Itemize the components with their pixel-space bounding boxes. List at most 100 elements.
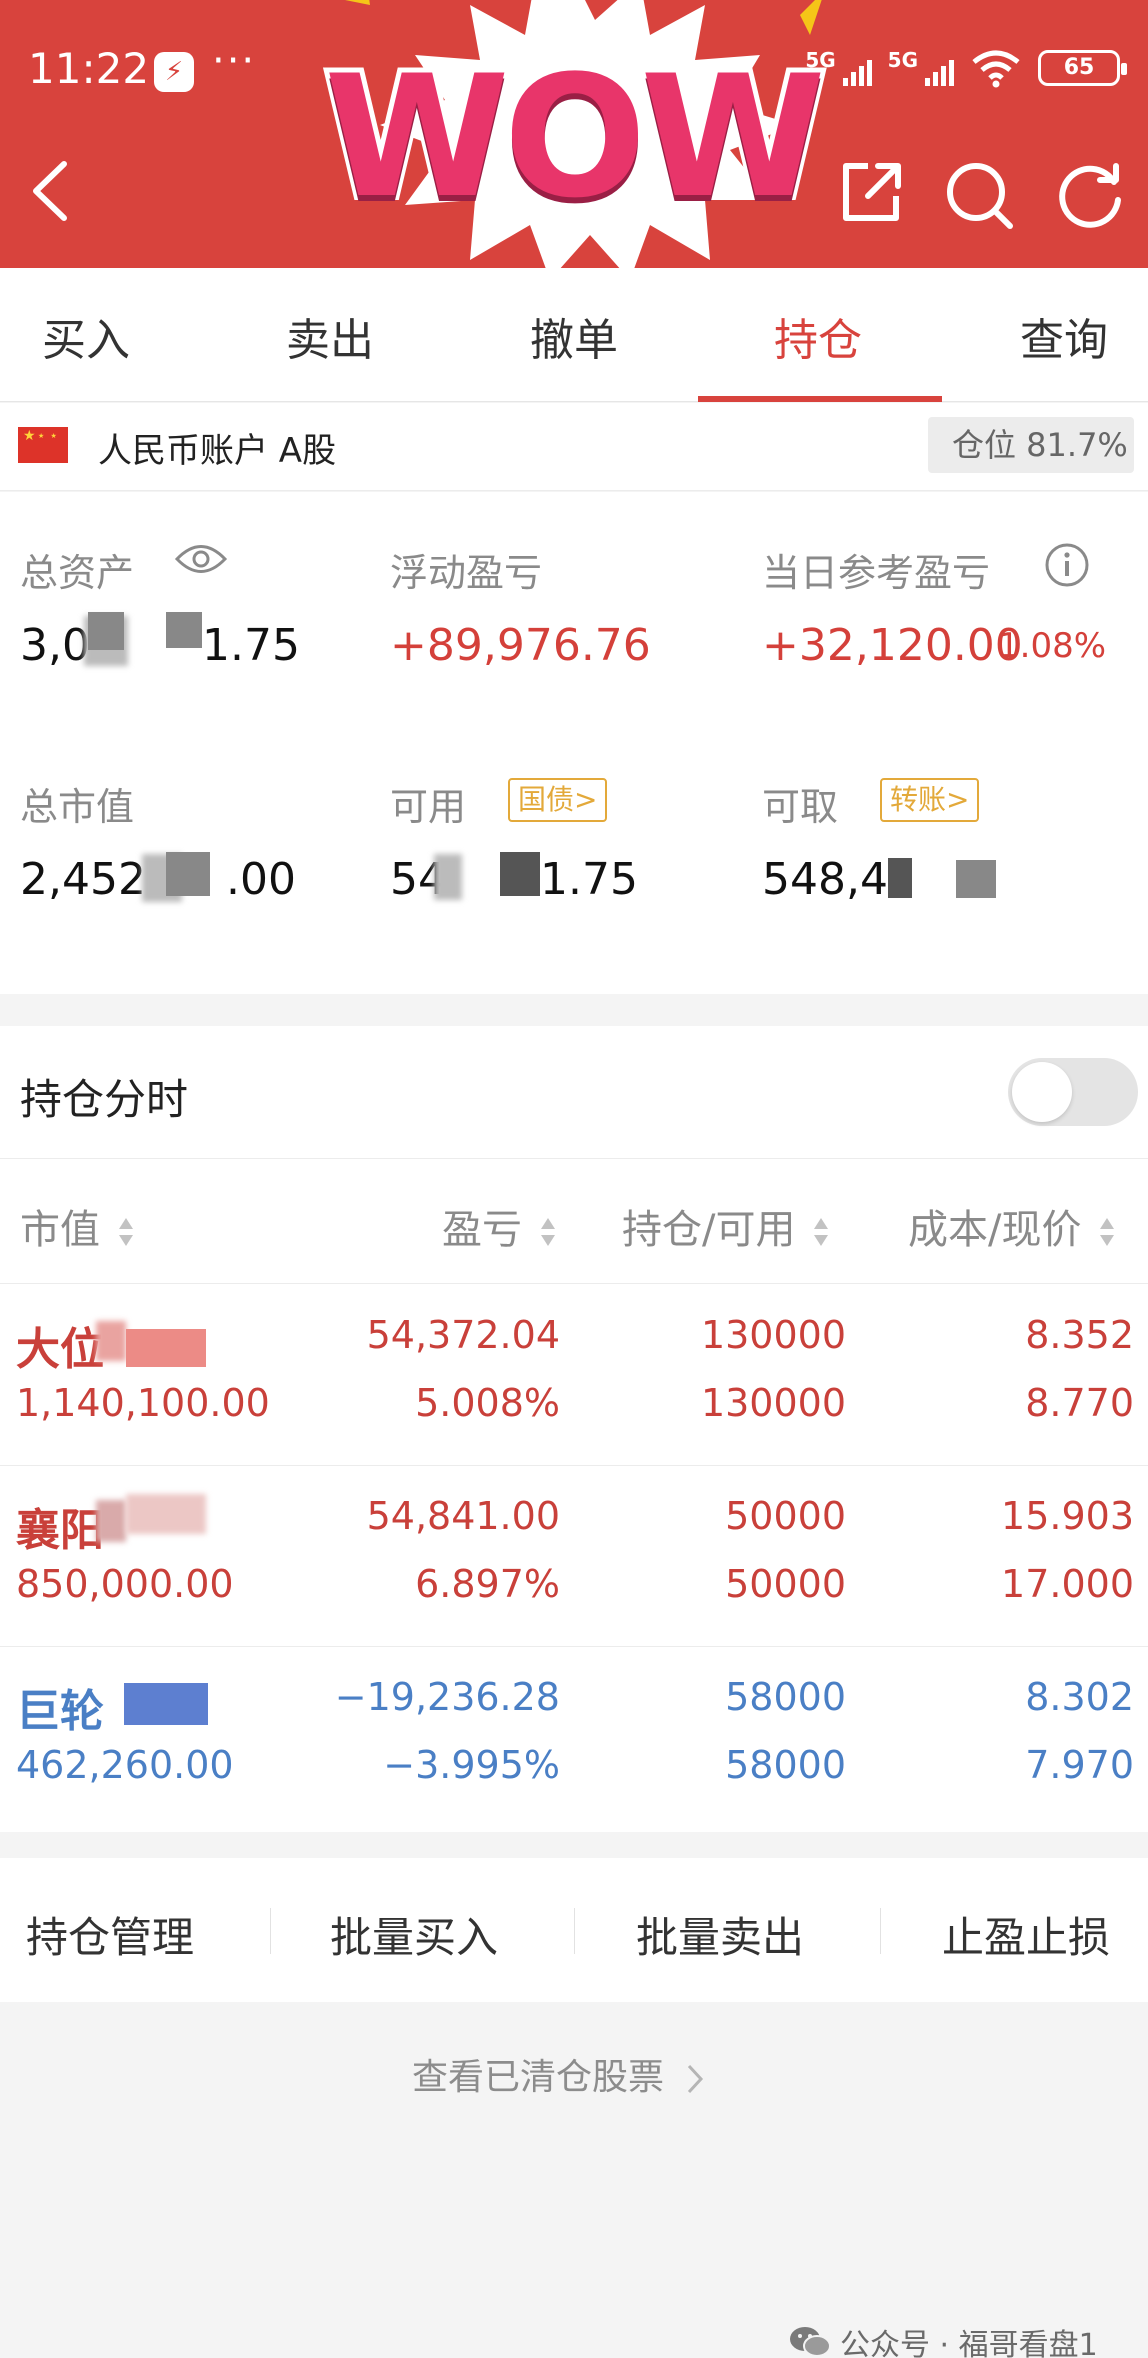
search-icon[interactable] <box>944 160 1014 230</box>
sort-icon <box>1100 1218 1115 1246</box>
holdings-table-header: 市值 盈亏 持仓/可用 成本/现价 <box>0 1158 1148 1284</box>
wow-sticker-text: WOW <box>319 39 830 235</box>
daily-pl-label: 当日参考盈亏 <box>762 551 991 595</box>
holdings-title: 持仓分时 <box>20 1075 189 1124</box>
sort-icon <box>814 1218 829 1246</box>
total-assets-value: 3,0 <box>20 620 90 671</box>
batch-buy-button[interactable]: 批量买入 <box>330 1904 498 1965</box>
floating-pl-value: +89,976.76 <box>390 620 651 671</box>
trade-tabs: 买入 卖出 撤单 持仓 查询 <box>0 268 1148 402</box>
wifi-icon <box>972 50 1020 88</box>
col-pl-label: 盈亏 <box>442 1207 522 1253</box>
stock-price: 17.000 <box>1001 1562 1134 1606</box>
tab-buy[interactable]: 买入 <box>42 304 130 368</box>
stock-available: 130000 <box>700 1381 846 1425</box>
holdings-panel: 持仓分时 市值 盈亏 持仓/可用 成本/现价 大位 1,140,100.00 5… <box>0 1026 1148 1832</box>
col-cost-price[interactable]: 成本/现价 <box>908 1197 1116 1255</box>
tab-sell[interactable]: 卖出 <box>286 304 374 368</box>
stock-market-value: 850,000.00 <box>16 1562 234 1606</box>
redaction-mask <box>96 1500 126 1542</box>
watermark-text: 公众号 · 福哥看盘1 <box>840 2328 1098 2358</box>
status-more: ··· <box>212 38 257 84</box>
app-header: WOW 11:22 ⚡ ··· 5G 5G 65 <box>0 0 1148 268</box>
account-row[interactable]: 人民币账户 A股 仓位 81.7% <box>0 403 1148 491</box>
signal-5g-icon: 5G <box>805 48 872 88</box>
take-profit-stop-loss-button[interactable]: 止盈止损 <box>942 1904 1110 1965</box>
transfer-tag-button[interactable]: 转账> <box>880 778 980 822</box>
col-pl[interactable]: 盈亏 <box>442 1197 557 1255</box>
stock-pl-pct: 6.897% <box>415 1562 560 1606</box>
col-cost-price-label: 成本/现价 <box>908 1207 1082 1253</box>
holdings-action-bar: 持仓管理 批量买入 批量卖出 止盈止损 <box>0 1858 1148 2002</box>
manage-holdings-button[interactable]: 持仓管理 <box>26 1904 194 1965</box>
stock-name: 襄阳 <box>16 1505 104 1556</box>
redaction-mask <box>124 1683 208 1725</box>
toggle-knob <box>1012 1062 1072 1122</box>
share-icon[interactable] <box>838 160 904 226</box>
stock-position: 130000 <box>700 1313 846 1357</box>
divider <box>574 1908 575 1954</box>
redaction-mask <box>956 860 996 898</box>
market-value-value: 2,452 <box>20 854 146 905</box>
total-assets-label: 总资产 <box>20 551 135 595</box>
info-icon[interactable] <box>1044 542 1090 588</box>
signal-label-2: 5G <box>887 48 918 72</box>
col-position[interactable]: 持仓/可用 <box>622 1197 830 1255</box>
battery-icon: 65 <box>1038 50 1127 86</box>
daily-pl-pct: 1.08% <box>998 626 1107 666</box>
tab-holdings[interactable]: 持仓 <box>774 304 862 368</box>
col-market-value-label: 市值 <box>20 1207 100 1253</box>
col-market-value[interactable]: 市值 <box>20 1197 135 1255</box>
redaction-mask <box>126 1494 206 1534</box>
active-tab-indicator <box>698 396 942 402</box>
treasury-tag-button[interactable]: 国债> <box>508 778 608 822</box>
floating-pl-label: 浮动盈亏 <box>390 551 543 595</box>
stock-price: 8.770 <box>1025 1381 1134 1425</box>
redaction-mask <box>166 612 202 648</box>
wechat-icon <box>790 2327 831 2357</box>
tab-query[interactable]: 查询 <box>1020 304 1108 368</box>
stock-market-value: 1,140,100.00 <box>16 1381 270 1425</box>
stock-position: 58000 <box>725 1675 846 1719</box>
chevron-right-icon <box>688 2064 704 2094</box>
refresh-icon[interactable] <box>1056 160 1126 230</box>
stock-pl: 54,841.00 <box>366 1494 560 1538</box>
status-time: 11:22 <box>28 44 150 93</box>
notification-app-icon: ⚡ <box>154 52 194 92</box>
holding-row[interactable]: 巨轮 462,260.00 −19,236.28 −3.995% 58000 5… <box>0 1647 1148 1828</box>
stock-cost: 8.302 <box>1025 1675 1134 1719</box>
stock-pl: 54,372.04 <box>366 1313 560 1357</box>
holding-row[interactable]: 大位 1,140,100.00 54,372.04 5.008% 130000 … <box>0 1285 1148 1466</box>
redaction-mask <box>96 1321 126 1361</box>
signal-5g-icon-2: 5G <box>888 48 954 88</box>
holding-row[interactable]: 襄阳 850,000.00 54,841.00 6.897% 50000 500… <box>0 1466 1148 1647</box>
daily-pl-value: +32,120.00 <box>762 620 1023 671</box>
stock-available: 50000 <box>725 1562 846 1606</box>
total-assets-value-tail: 1.75 <box>202 620 300 671</box>
back-icon[interactable] <box>28 156 72 226</box>
cleared-stocks-label: 查看已清仓股票 <box>412 2057 665 2098</box>
stock-price: 7.970 <box>1025 1743 1134 1787</box>
redaction-mask <box>434 854 462 900</box>
redaction-mask <box>500 852 540 896</box>
asset-summary: 总资产 3,0 1.75 浮动盈亏 +89,976.76 当日参考盈亏 +32,… <box>0 492 1148 994</box>
tab-cancel[interactable]: 撤单 <box>530 304 618 368</box>
cleared-stocks-link[interactable]: 查看已清仓股票 <box>412 2048 705 2100</box>
divider <box>880 1908 881 1954</box>
market-value-value-tail: .00 <box>226 854 296 905</box>
holdings-intraday-toggle[interactable] <box>1008 1058 1138 1126</box>
market-value-label: 总市值 <box>20 785 135 829</box>
stock-market-value: 462,260.00 <box>16 1743 234 1787</box>
available-value-tail: 1.75 <box>540 854 638 905</box>
withdrawable-label: 可取 <box>762 785 839 829</box>
eye-icon[interactable] <box>174 542 228 576</box>
redaction-mask <box>888 858 912 898</box>
redaction-mask <box>166 852 210 896</box>
position-ratio-badge: 仓位 81.7% <box>928 417 1134 473</box>
col-position-label: 持仓/可用 <box>622 1207 796 1253</box>
stock-cost: 8.352 <box>1025 1313 1134 1357</box>
batch-sell-button[interactable]: 批量卖出 <box>636 1904 804 1965</box>
account-label: 人民币账户 A股 <box>98 431 337 471</box>
stock-name: 大位 <box>16 1324 104 1375</box>
stock-pl-pct: −3.995% <box>383 1743 560 1787</box>
